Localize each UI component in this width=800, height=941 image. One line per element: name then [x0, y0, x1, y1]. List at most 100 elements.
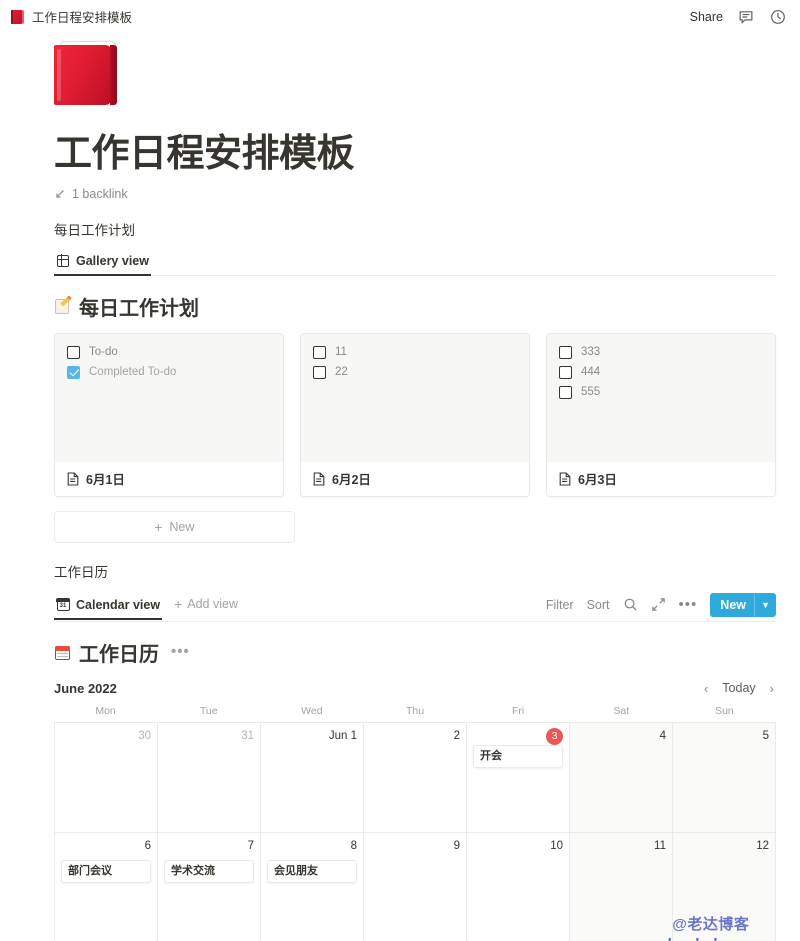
calendar-emoji: [54, 644, 71, 661]
checklist-item-label: 555: [581, 386, 601, 399]
chevron-left-icon[interactable]: ‹: [704, 682, 708, 695]
plus-icon: +: [154, 518, 163, 535]
calendar-day-cell[interactable]: 7 学术交流: [158, 832, 261, 941]
weekday-label: Tue: [199, 704, 218, 717]
checkbox-unchecked-icon[interactable]: [313, 345, 326, 359]
page-title[interactable]: 工作日程安排模板: [54, 133, 776, 177]
breadcrumb[interactable]: 工作日程安排模板: [11, 7, 132, 26]
calendar-month-label: June 2022: [54, 680, 117, 696]
weekday-label: Wed: [301, 704, 323, 717]
tab-calendar-view[interactable]: 31 Calendar view: [54, 595, 163, 620]
top-bar-actions: Share: [690, 8, 787, 26]
day-number: 10: [550, 839, 563, 852]
calendar-event[interactable]: 会见朋友: [267, 859, 357, 883]
calendar-toolbar: Filter Sort ••• New ▼: [546, 592, 776, 621]
calendar-day-cell[interactable]: 11: [570, 832, 673, 941]
card-footer: 6月1日: [55, 461, 283, 496]
checklist-item[interactable]: 333: [559, 345, 763, 359]
day-number: 8: [350, 839, 357, 852]
day-number: 2: [453, 729, 460, 742]
page-doc-icon: [67, 472, 79, 486]
gallery-new-card-label: New: [169, 519, 195, 534]
checklist-item-label: 444: [581, 366, 601, 379]
plus-icon: +: [174, 595, 183, 612]
backlink[interactable]: 1 backlink: [54, 187, 776, 201]
calendar-day-cell[interactable]: 31: [158, 722, 261, 832]
checklist-item-label: 11: [335, 346, 347, 359]
day-number: 31: [241, 729, 254, 742]
calendar-header: June 2022 ‹ Today ›: [54, 681, 776, 696]
checklist-item[interactable]: 11: [313, 345, 517, 359]
calendar-db-title-text[interactable]: 工作日历: [79, 638, 159, 667]
weekday-label: Sat: [613, 704, 630, 717]
gallery-db-title: 每日工作计划: [54, 292, 776, 321]
gallery-card[interactable]: 333 444 555 6月3日: [546, 332, 776, 497]
gallery-card[interactable]: 11 22 6月2日: [300, 332, 530, 497]
calendar-day-cell-today[interactable]: 3 开会: [467, 722, 570, 832]
calendar-widget: June 2022 ‹ Today › Mon Tue Wed Thu Fri …: [54, 681, 776, 941]
calendar-event[interactable]: 学术交流: [164, 859, 254, 883]
gallery-section-label: 每日工作计划: [54, 222, 135, 238]
sort-button[interactable]: Sort: [587, 598, 610, 612]
breadcrumb-title[interactable]: 工作日程安排模板: [32, 7, 132, 26]
weekday-label: Fri: [512, 704, 525, 717]
add-view-button[interactable]: + Add view: [174, 597, 238, 617]
chevron-right-icon[interactable]: ›: [770, 682, 774, 695]
calendar-day-cell[interactable]: 9: [364, 832, 467, 941]
calendar-weekday-header: Mon Tue Wed Thu Fri Sat Sun: [54, 705, 776, 723]
checklist-item[interactable]: 444: [559, 365, 763, 379]
card-checklist: 333 444 555: [547, 333, 775, 462]
calendar-day-cell[interactable]: Jun 1: [261, 722, 364, 832]
checkbox-unchecked-icon[interactable]: [67, 345, 80, 359]
today-button[interactable]: Today: [722, 681, 755, 695]
checkbox-unchecked-icon[interactable]: [559, 345, 572, 359]
gallery-db-title-text[interactable]: 每日工作计划: [79, 292, 199, 321]
closed-book-emoji[interactable]: [54, 39, 122, 107]
filter-button[interactable]: Filter: [546, 598, 574, 612]
calendar-day-cell[interactable]: 10: [467, 832, 570, 941]
top-bar: 工作日程安排模板 Share: [0, 0, 800, 33]
page-content: 工作日程安排模板 1 backlink 每日工作计划 Gallery view …: [54, 39, 776, 941]
checkbox-unchecked-icon[interactable]: [559, 365, 572, 379]
ellipsis-icon[interactable]: •••: [171, 645, 190, 659]
calendar-day-cell[interactable]: 4: [570, 722, 673, 832]
calendar-nav: ‹ Today ›: [704, 681, 774, 695]
chevron-down-icon[interactable]: ▼: [754, 592, 776, 617]
calendar-day-cell[interactable]: 12: [673, 832, 776, 941]
card-title: 6月3日: [578, 473, 617, 488]
calendar-day-cell[interactable]: 30: [55, 722, 158, 832]
new-button[interactable]: New ▼: [710, 592, 776, 617]
comment-icon[interactable]: [737, 8, 755, 26]
arrow-down-left-icon: [54, 188, 66, 200]
checklist-item[interactable]: To-do: [67, 345, 271, 359]
checklist-item[interactable]: Completed To-do: [67, 365, 271, 379]
page-doc-icon: [313, 472, 325, 486]
day-number: Jun 1: [328, 729, 357, 742]
day-number: 30: [138, 729, 151, 742]
checkbox-checked-icon[interactable]: [67, 365, 80, 379]
card-title: 6月1日: [86, 473, 125, 488]
checkbox-unchecked-icon[interactable]: [313, 365, 326, 379]
share-button[interactable]: Share: [690, 10, 723, 24]
gallery-card[interactable]: To-do Completed To-do 6月1日: [54, 332, 284, 497]
calendar-day-cell[interactable]: 2: [364, 722, 467, 832]
gallery-view-tabs: Gallery view: [54, 251, 776, 276]
calendar-event[interactable]: 开会: [473, 744, 563, 768]
gallery-new-card-button[interactable]: + New: [54, 510, 295, 543]
new-button-label: New: [720, 597, 746, 612]
ellipsis-icon[interactable]: •••: [679, 597, 698, 612]
clock-icon[interactable]: [769, 8, 787, 26]
checklist-item[interactable]: 22: [313, 365, 517, 379]
expand-arrows-icon[interactable]: [651, 597, 666, 612]
calendar-day-cell[interactable]: 6 部门会议: [55, 832, 158, 941]
checklist-item[interactable]: 555: [559, 385, 763, 399]
calendar-day-cell[interactable]: 8 会见朋友: [261, 832, 364, 941]
calendar-day-cell[interactable]: 5: [673, 722, 776, 832]
checkbox-unchecked-icon[interactable]: [559, 385, 572, 399]
calendar-grid: 30 31 Jun 1 2 3 开会 4 5 6 部门会议 7 学术交流 8 会…: [54, 722, 776, 941]
day-number: 11: [654, 839, 666, 852]
tab-gallery-view[interactable]: Gallery view: [54, 251, 151, 276]
calendar-event[interactable]: 部门会议: [61, 859, 151, 883]
card-footer: 6月3日: [547, 461, 775, 496]
search-icon[interactable]: [623, 597, 638, 612]
